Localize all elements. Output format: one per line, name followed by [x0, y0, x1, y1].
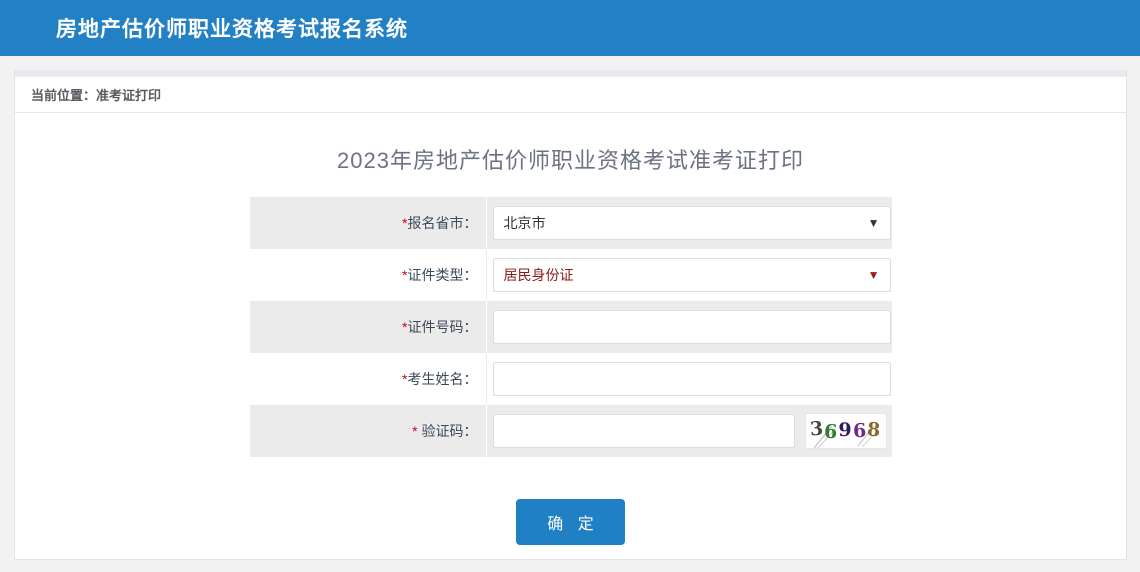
id-number-input[interactable]	[493, 310, 891, 344]
form-area: 2023年房地产估价师职业资格考试准考证打印 *报名省市： 北京市 ▼	[15, 113, 1126, 545]
label-id-type: 证件类型：	[408, 267, 478, 283]
label-cell-candidate-name: *考生姓名：	[250, 353, 487, 405]
card-top-accent-bar	[15, 70, 1126, 77]
field-cell-candidate-name	[486, 353, 892, 405]
label-cell-id-type: *证件类型：	[250, 249, 487, 301]
site-title: 房地产估价师职业资格考试报名系统	[56, 13, 408, 43]
field-cell-province: 北京市 ▼	[486, 197, 892, 249]
form-row-id-number: *证件号码：	[250, 301, 892, 353]
admission-ticket-form: *报名省市： 北京市 ▼ *证件类型：	[250, 197, 892, 457]
captcha-digit-3: 9	[838, 419, 852, 441]
chevron-down-icon: ▼	[868, 269, 880, 281]
field-cell-captcha: 36968	[486, 405, 892, 457]
label-captcha: 验证码：	[418, 423, 478, 439]
captcha-input[interactable]	[493, 414, 795, 448]
label-province: 报名省市：	[408, 215, 478, 231]
form-row-id-type: *证件类型： 居民身份证 ▼	[250, 249, 892, 301]
form-row-captcha: * 验证码： 36	[250, 405, 892, 457]
label-cell-captcha: * 验证码：	[250, 405, 487, 457]
chevron-down-icon: ▼	[868, 217, 880, 229]
breadcrumb-bar: 当前位置：准考证打印	[15, 77, 1126, 113]
captcha-image[interactable]: 36968	[805, 413, 887, 449]
captcha-digits: 36968	[810, 420, 881, 442]
submit-button[interactable]: 确 定	[516, 499, 624, 545]
label-cell-id-number: *证件号码：	[250, 301, 487, 353]
form-row-candidate-name: *考生姓名：	[250, 353, 892, 405]
candidate-name-input[interactable]	[493, 362, 891, 396]
content-card: 当前位置：准考证打印 2023年房地产估价师职业资格考试准考证打印 *报名省市：…	[14, 70, 1127, 560]
id-type-select[interactable]: 居民身份证 ▼	[493, 258, 891, 292]
province-select-value: 北京市	[504, 213, 868, 233]
label-id-number: 证件号码：	[408, 319, 478, 335]
captcha-digit-2: 6	[824, 421, 839, 444]
captcha-digit-5: 8	[866, 419, 882, 442]
form-row-province: *报名省市： 北京市 ▼	[250, 197, 892, 249]
field-cell-id-type: 居民身份证 ▼	[486, 249, 892, 301]
submit-row: 确 定	[15, 457, 1126, 545]
label-candidate-name: 考生姓名：	[408, 371, 478, 387]
captcha-digit-4: 6	[852, 420, 867, 442]
page-title: 2023年房地产估价师职业资格考试准考证打印	[15, 133, 1126, 197]
breadcrumb: 当前位置：准考证打印	[31, 85, 161, 104]
province-select[interactable]: 北京市 ▼	[493, 206, 891, 240]
field-cell-id-number	[486, 301, 892, 353]
id-type-select-value: 居民身份证	[504, 265, 868, 285]
captcha-digit-1: 3	[809, 418, 825, 441]
site-header: 房地产估价师职业资格考试报名系统	[0, 0, 1140, 56]
label-cell-province: *报名省市：	[250, 197, 487, 249]
